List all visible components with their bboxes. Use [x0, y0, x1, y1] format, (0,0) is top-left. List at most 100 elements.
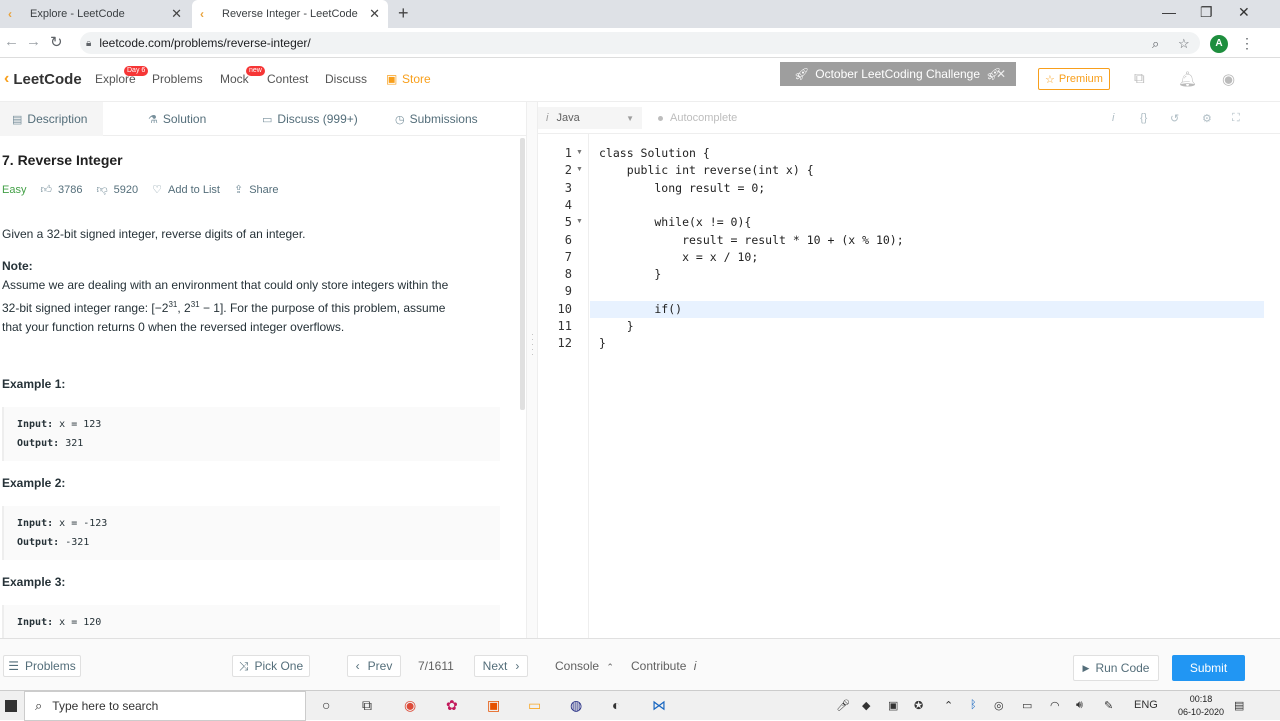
zoom-icon[interactable]: ⌕ [1152, 36, 1159, 52]
profile-avatar[interactable]: A [1210, 35, 1228, 53]
settings-gear-icon[interactable]: ⚙ [1202, 112, 1212, 125]
nav-discuss[interactable]: Discuss [325, 72, 367, 86]
problem-tabs: ▤ Description ⚗ Solution ▭ Discuss (999+… [0, 102, 526, 136]
browser-menu-icon[interactable]: ⋮ [1240, 35, 1254, 52]
explore-badge: Day 6 [124, 66, 149, 76]
file-explorer-icon[interactable]: ▭ [528, 697, 541, 714]
minimize-icon[interactable]: — [1162, 4, 1176, 20]
playground-icon[interactable]: ⧉ [1134, 70, 1145, 87]
bookmark-star-icon[interactable]: ☆ [1178, 36, 1190, 52]
nav-contest[interactable]: Contest [267, 72, 308, 86]
submit-button[interactable]: Submit [1172, 655, 1245, 681]
tab-description[interactable]: ▤ Description [0, 102, 104, 136]
battery-icon[interactable]: ▭ [1022, 699, 1032, 712]
start-button[interactable] [0, 691, 22, 721]
wifi-icon[interactable]: ◠ [1050, 699, 1060, 712]
fold-arrow-icon[interactable]: ▼ [576, 218, 583, 225]
media-player-icon[interactable]: ◍ [570, 697, 582, 714]
info-icon[interactable]: i [1112, 112, 1114, 124]
console-toggle[interactable]: Console ⌃ [555, 659, 614, 673]
chrome-icon[interactable]: ◉ [404, 697, 416, 714]
toggle-dot-icon [658, 115, 663, 121]
close-tab-icon[interactable]: ✕ [171, 6, 182, 22]
october-challenge-banner[interactable]: 🚀︎ October LeetCoding Challenge 🚀︎ ✕ [780, 62, 1016, 86]
bluetooth-icon[interactable]: ᛒ [970, 699, 977, 711]
like-button[interactable]: 👍︎ 3786 [40, 183, 82, 197]
fullscreen-icon[interactable]: ⛶ [1232, 112, 1240, 125]
reload-icon[interactable]: ↻ [50, 33, 63, 51]
browser-tab-reverse-integer[interactable]: ‹ Reverse Integer - LeetCode ✕ [192, 0, 388, 28]
code-editor[interactable]: class Solution { public int reverse(int … [590, 134, 1280, 638]
url-field[interactable]: 🔒︎ leetcode.com/problems/reverse-integer… [80, 32, 1200, 54]
leetcode-logo[interactable]: ‹ LeetCode [4, 70, 82, 88]
run-code-button[interactable]: ▶ Run Code [1073, 655, 1159, 681]
back-icon[interactable]: ← [4, 33, 19, 50]
autocomplete-toggle[interactable]: Autocomplete [658, 112, 737, 124]
window-close-icon[interactable]: ✕ [1238, 4, 1250, 21]
next-button[interactable]: Next › [474, 655, 528, 677]
tab-submissions[interactable]: ◷ Submissions [395, 112, 478, 126]
code-line[interactable]: class Solution { [599, 145, 710, 162]
language-indicator[interactable]: ENG [1134, 699, 1158, 711]
line-number: 3 [564, 180, 572, 195]
notifications-icon[interactable]: ▤ [1234, 699, 1244, 712]
code-line[interactable]: } [599, 318, 634, 335]
nav-store[interactable]: Store [402, 72, 431, 86]
browser-tab-explore[interactable]: ‹ Explore - LeetCode ✕ [0, 0, 190, 28]
code-line[interactable]: x = x / 10; [599, 249, 758, 266]
notification-bell-icon[interactable]: 🔔︎ [1178, 70, 1197, 88]
sublime-text-icon[interactable]: ▣ [487, 697, 500, 714]
prev-button[interactable]: ‹ Prev [347, 655, 401, 677]
add-to-list-button[interactable]: ♡ Add to List [152, 183, 220, 197]
chevron-up-icon[interactable]: ⌃ [944, 699, 953, 712]
restore-icon[interactable]: ❐ [1200, 4, 1213, 21]
code-line[interactable]: if() [599, 301, 682, 318]
problems-list-button[interactable]: ☰ Problems [3, 655, 81, 677]
tab-discuss[interactable]: ▭ Discuss (999+) [262, 112, 358, 126]
tray-app-icon[interactable]: ▣ [888, 699, 898, 712]
tab-solution[interactable]: ⚗ Solution [148, 112, 206, 126]
language-select[interactable]: i Java ▼ [538, 107, 642, 129]
exponent: 31 [190, 300, 200, 309]
dislike-button[interactable]: 👎︎ 5920 [96, 183, 138, 197]
code-line[interactable]: long result = 0; [599, 180, 765, 197]
nav-problems[interactable]: Problems [152, 72, 203, 86]
code-line[interactable]: public int reverse(int x) { [599, 162, 814, 179]
microphone-icon[interactable]: 🎤︎ [836, 699, 850, 712]
app-icon[interactable]: ✿ [446, 697, 458, 714]
contribute-link[interactable]: Contribute i [631, 659, 696, 673]
task-view-icon[interactable]: ⧉ [362, 697, 372, 714]
tab-title: Explore - LeetCode [30, 8, 125, 20]
volume-icon[interactable]: 🔊︎ [1076, 699, 1083, 712]
close-tab-icon[interactable]: ✕ [369, 6, 380, 22]
taskbar-search[interactable]: ⌕ Type here to search [24, 691, 306, 721]
tray-app-icon[interactable]: ◎ [994, 699, 1004, 712]
pick-one-button[interactable]: ⤨ Pick One [232, 655, 310, 677]
nav-mock[interactable]: Mock [220, 72, 249, 86]
system-clock[interactable]: 00:18 06-10-2020 [1178, 693, 1224, 719]
description-scrollbar[interactable] [520, 138, 525, 410]
obs-icon[interactable]: ◐ [612, 697, 620, 713]
premium-button[interactable]: ☆ Premium [1038, 68, 1110, 90]
code-line[interactable]: result = result * 10 + (x % 10); [599, 232, 904, 249]
fold-arrow-icon[interactable]: ▼ [576, 166, 583, 173]
tray-app-icon[interactable]: ◆ [862, 699, 870, 712]
line-number: 6 [564, 232, 572, 247]
close-icon[interactable]: ✕ [996, 67, 1006, 81]
panel-splitter[interactable]: · · · · · [526, 102, 538, 638]
reset-icon[interactable]: ↺ [1170, 112, 1179, 125]
forward-icon[interactable]: → [26, 33, 41, 50]
code-line[interactable]: } [599, 266, 661, 283]
output-label: Output: [17, 438, 60, 449]
visual-studio-icon[interactable]: ⋈ [652, 697, 666, 714]
share-button[interactable]: ⇪ Share [234, 183, 279, 197]
cortana-icon[interactable]: ○ [322, 697, 330, 713]
tray-app-icon[interactable]: ✪ [914, 699, 923, 712]
code-line[interactable]: while(x != 0){ [599, 214, 751, 231]
user-avatar-icon[interactable]: ◉ [1222, 70, 1235, 88]
fold-arrow-icon[interactable]: ▼ [576, 149, 583, 156]
pen-icon[interactable]: ✎ [1104, 699, 1113, 712]
code-line[interactable]: } [599, 335, 606, 352]
new-tab-icon[interactable]: + [398, 3, 409, 24]
braces-icon[interactable]: {} [1140, 112, 1147, 124]
